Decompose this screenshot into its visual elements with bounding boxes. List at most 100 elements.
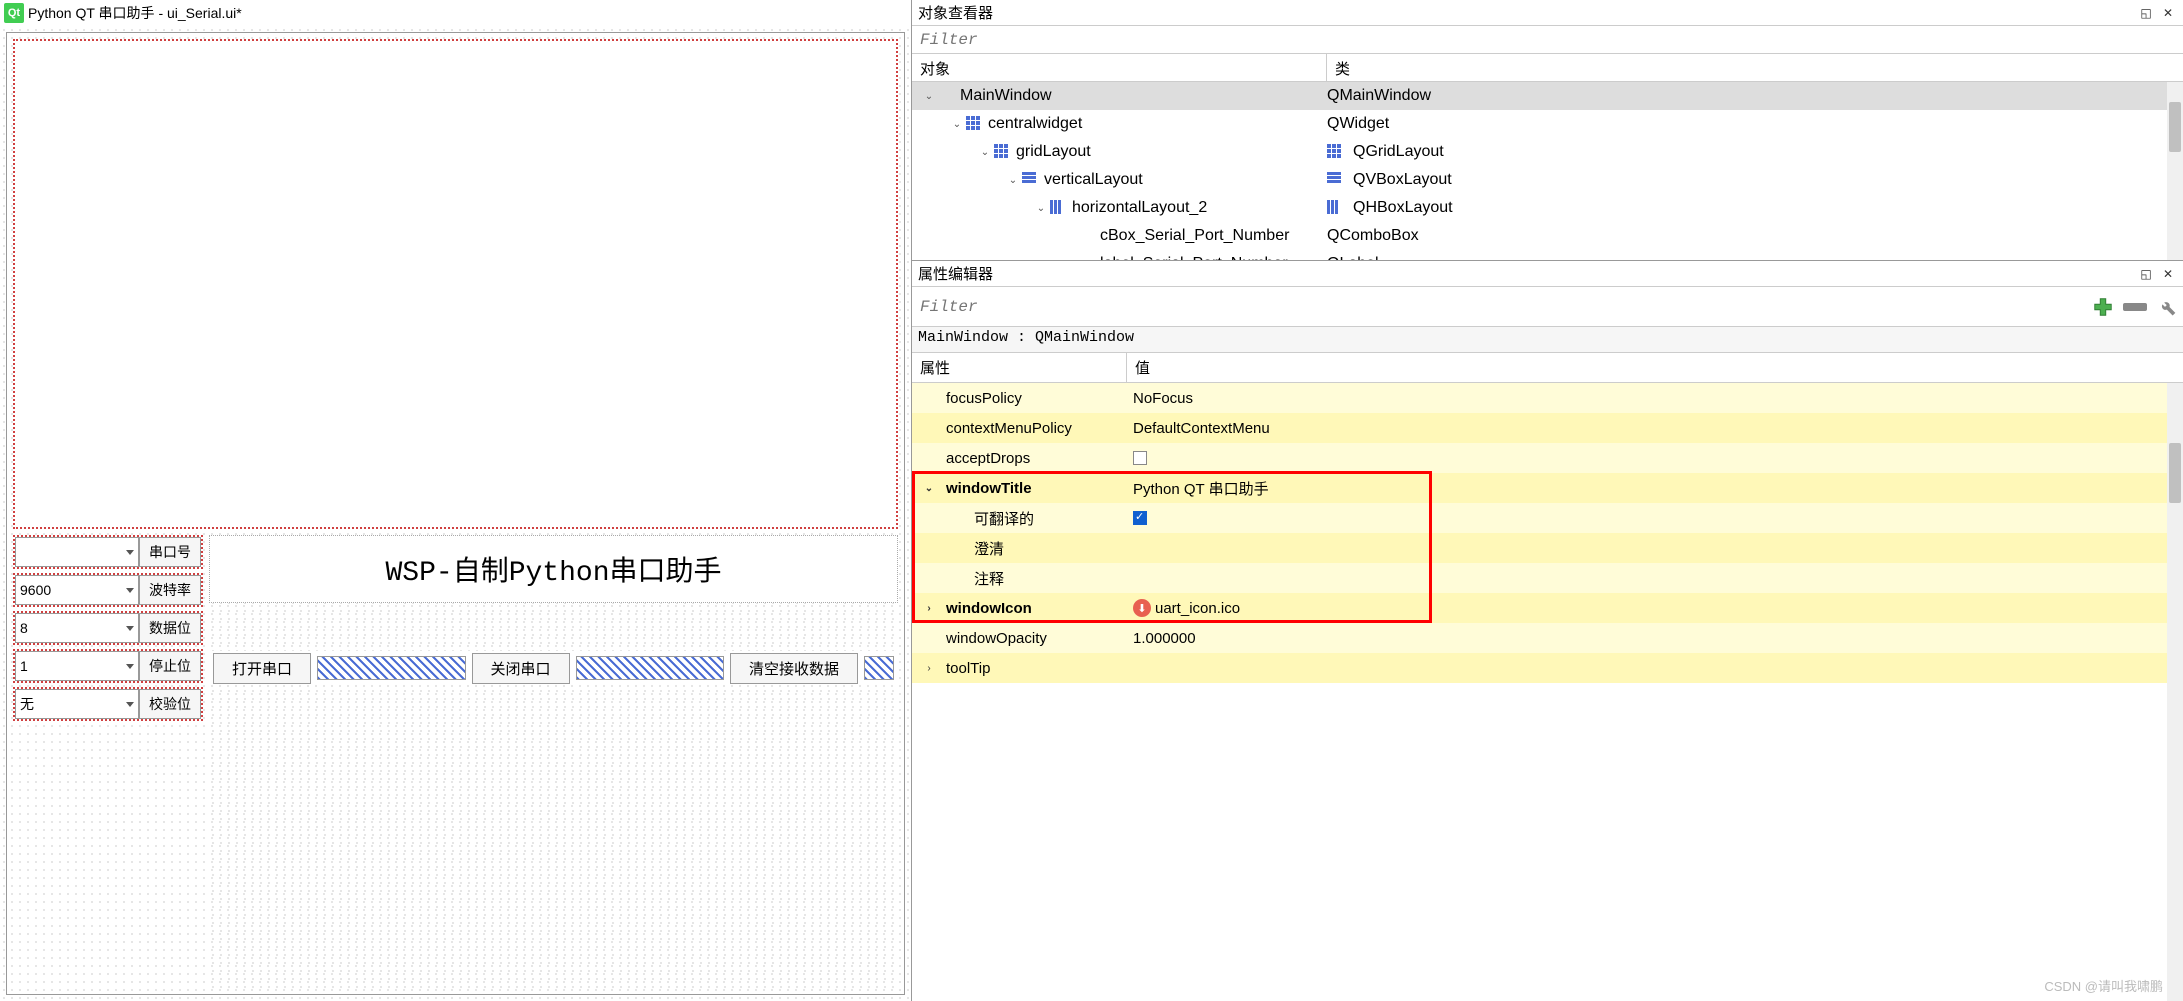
close-serial-button[interactable]: 关闭串口 bbox=[472, 653, 570, 684]
object-filter-input[interactable] bbox=[912, 26, 2183, 54]
baud-combo[interactable]: 9600 bbox=[15, 575, 139, 605]
object-name: horizontalLayout_2 bbox=[1072, 199, 1207, 217]
prop-row-focusPolicy[interactable]: focusPolicyNoFocus bbox=[912, 383, 2183, 413]
close-icon[interactable]: ✕ bbox=[2159, 265, 2177, 283]
tree-row-cBox_Serial_Port_Number[interactable]: cBox_Serial_Port_NumberQComboBox bbox=[912, 222, 2183, 250]
prop-name: windowTitle bbox=[946, 480, 1032, 497]
class-name: QMainWindow bbox=[1327, 87, 1431, 105]
tree-row-gridLayout[interactable]: ⌄gridLayoutQGridLayout bbox=[912, 138, 2183, 166]
prop-scrollbar[interactable] bbox=[2167, 383, 2183, 1001]
prop-row-windowIcon[interactable]: › windowIcon ⬇uart_icon.ico bbox=[912, 593, 2183, 623]
watermark: CSDN @请叫我啸鹏 bbox=[2044, 976, 2163, 995]
designer-titlebar: Qt Python QT 串口助手 - ui_Serial.ui* bbox=[0, 0, 911, 26]
stopbits-combo[interactable]: 1 bbox=[15, 651, 139, 681]
databits-label: 数据位 bbox=[139, 613, 201, 643]
tree-row-MainWindow[interactable]: ⌄ MainWindow QMainWindow bbox=[912, 82, 2183, 110]
prop-name: 澄清 bbox=[974, 538, 1004, 559]
class-name: QGridLayout bbox=[1353, 143, 1444, 161]
tree-row-verticalLayout[interactable]: ⌄ verticalLayout QVBoxLayout bbox=[912, 166, 2183, 194]
close-icon[interactable]: ✕ bbox=[2159, 4, 2177, 22]
prop-name: acceptDrops bbox=[946, 450, 1030, 467]
class-name: QWidget bbox=[1327, 115, 1389, 133]
stopbits-label: 停止位 bbox=[139, 651, 201, 681]
col-class[interactable]: 类 bbox=[1327, 54, 2183, 81]
title-label[interactable]: WSP-自制Python串口助手 bbox=[209, 535, 898, 603]
file-icon: ⬇ bbox=[1133, 599, 1151, 617]
tree-row-centralwidget[interactable]: ⌄centralwidgetQWidget bbox=[912, 110, 2183, 138]
prop-row-toolTip[interactable]: ›toolTip bbox=[912, 653, 2183, 683]
col-prop[interactable]: 属性 bbox=[912, 353, 1127, 382]
restore-icon[interactable]: ◱ bbox=[2137, 265, 2155, 283]
object-tree[interactable]: ⌄ MainWindow QMainWindow ⌄centralwidgetQWid… bbox=[912, 82, 2183, 260]
expand-icon[interactable]: ⌄ bbox=[922, 91, 936, 102]
parity-row: 无 校验位 bbox=[13, 687, 203, 721]
expand-icon[interactable]: ⌄ bbox=[1006, 175, 1020, 186]
prop-value: 1.000000 bbox=[1133, 630, 1196, 647]
property-header: 属性 值 bbox=[912, 353, 2183, 383]
context-line: MainWindow : QMainWindow bbox=[912, 327, 2183, 353]
form-canvas[interactable]: 串口号 9600 波特率 8 数据位 1 停止位 无 bbox=[0, 26, 911, 1001]
prop-value: DefaultContextMenu bbox=[1133, 420, 1270, 437]
settings-icon[interactable] bbox=[2153, 293, 2181, 321]
designer-pane: Qt Python QT 串口助手 - ui_Serial.ui* 串口号 96… bbox=[0, 0, 911, 1001]
prop-name: contextMenuPolicy bbox=[946, 420, 1072, 437]
property-editor-header: 属性编辑器 ◱ ✕ bbox=[912, 261, 2183, 287]
window-title: Python QT 串口助手 - ui_Serial.ui* bbox=[28, 3, 242, 23]
open-serial-button[interactable]: 打开串口 bbox=[213, 653, 311, 684]
text-edit-placeholder[interactable] bbox=[13, 39, 898, 529]
form-root: 串口号 9600 波特率 8 数据位 1 停止位 无 bbox=[6, 32, 905, 995]
databits-row: 8 数据位 bbox=[13, 611, 203, 645]
object-inspector-header: 对象查看器 ◱ ✕ bbox=[912, 0, 2183, 26]
spacer-3 bbox=[864, 656, 894, 680]
parity-combo[interactable]: 无 bbox=[15, 689, 139, 719]
object-name: verticalLayout bbox=[1044, 171, 1143, 189]
prop-row-acceptDrops[interactable]: acceptDrops bbox=[912, 443, 2183, 473]
col-object[interactable]: 对象 bbox=[912, 54, 1327, 81]
stopbits-row: 1 停止位 bbox=[13, 649, 203, 683]
serial-controls: 串口号 9600 波特率 8 数据位 1 停止位 无 bbox=[13, 535, 203, 988]
tree-row-horizontalLayout_2[interactable]: ⌄ horizontalLayout_2 QHBoxLayout bbox=[912, 194, 2183, 222]
col-val[interactable]: 值 bbox=[1127, 353, 2183, 382]
prop-name: windowIcon bbox=[946, 600, 1032, 617]
property-editor-title: 属性编辑器 bbox=[918, 263, 993, 284]
prop-name: 注释 bbox=[974, 568, 1004, 589]
prop-value: uart_icon.ico bbox=[1155, 600, 1240, 617]
expand-icon[interactable]: ⌄ bbox=[1034, 203, 1048, 214]
class-name: QVBoxLayout bbox=[1353, 171, 1452, 189]
class-name: QComboBox bbox=[1327, 227, 1419, 245]
object-name: MainWindow bbox=[960, 87, 1052, 105]
expand-icon[interactable]: ⌄ bbox=[950, 119, 964, 130]
expand-icon[interactable]: › bbox=[922, 663, 936, 674]
object-inspector-title: 对象查看器 bbox=[918, 2, 993, 23]
expand-icon[interactable]: › bbox=[922, 603, 936, 614]
prop-row-windowTitle[interactable]: ⌄windowTitlePython QT 串口助手 bbox=[912, 473, 2183, 503]
property-filter-input[interactable] bbox=[912, 298, 2087, 316]
tree-scrollbar[interactable] bbox=[2167, 82, 2183, 260]
add-property-icon[interactable] bbox=[2089, 293, 2117, 321]
expand-icon[interactable]: ⌄ bbox=[978, 147, 992, 158]
port-combo[interactable] bbox=[15, 537, 139, 567]
prop-row-contextMenuPolicy[interactable]: contextMenuPolicy DefaultContextMenu bbox=[912, 413, 2183, 443]
property-editor: 属性编辑器 ◱ ✕ MainWindow : QMainWindow 属性 值 … bbox=[912, 260, 2183, 1001]
button-row: 打开串口 关闭串口 清空接收数据 bbox=[209, 651, 898, 685]
expand-icon[interactable]: ⌄ bbox=[922, 483, 936, 494]
property-filter-row bbox=[912, 287, 2183, 327]
checkbox-icon[interactable] bbox=[1133, 511, 1147, 525]
restore-icon[interactable]: ◱ bbox=[2137, 4, 2155, 22]
baud-label: 波特率 bbox=[139, 575, 201, 605]
databits-combo[interactable]: 8 bbox=[15, 613, 139, 643]
port-row: 串口号 bbox=[13, 535, 203, 569]
prop-name: windowOpacity bbox=[946, 630, 1047, 647]
remove-property-icon[interactable] bbox=[2121, 293, 2149, 321]
class-name: QHBoxLayout bbox=[1353, 199, 1453, 217]
checkbox-icon[interactable] bbox=[1133, 451, 1147, 465]
prop-row-可翻译的[interactable]: 可翻译的 bbox=[912, 503, 2183, 533]
prop-name: focusPolicy bbox=[946, 390, 1022, 407]
clear-recv-button[interactable]: 清空接收数据 bbox=[730, 653, 858, 684]
spacer-1 bbox=[317, 656, 465, 680]
prop-row-windowOpacity[interactable]: windowOpacity 1.000000 bbox=[912, 623, 2183, 653]
prop-row-澄清[interactable]: 澄清 bbox=[912, 533, 2183, 563]
property-list[interactable]: focusPolicyNoFocus contextMenuPolicy Defau… bbox=[912, 383, 2183, 1001]
tree-row-label_Serial_Port_Number[interactable]: label_Serial_Port_NumberQLabel bbox=[912, 250, 2183, 260]
prop-row-注释[interactable]: 注释 bbox=[912, 563, 2183, 593]
